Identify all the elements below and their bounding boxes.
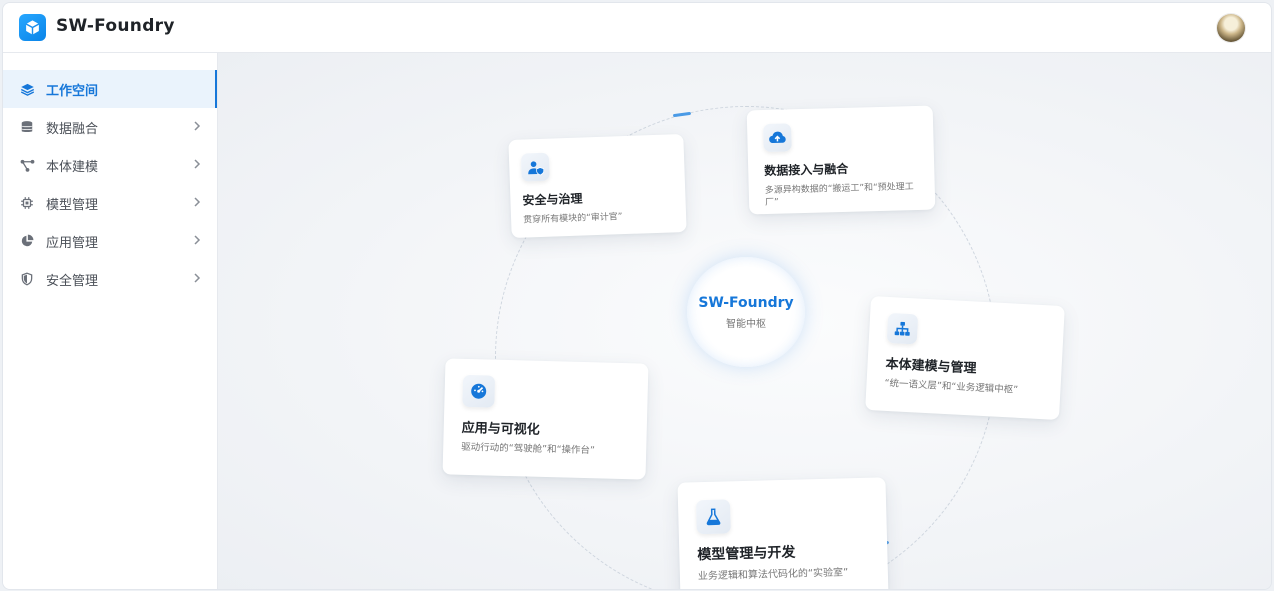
- card-data-ingestion[interactable]: 数据接入与融合 多源异构数据的“搬运工”和“预处理工厂”: [746, 105, 936, 215]
- sidebar-item-ontology[interactable]: 本体建模: [3, 146, 217, 184]
- card-title: 安全与治理: [522, 191, 583, 208]
- user-shield-icon: [520, 152, 550, 182]
- card-title: 本体建模与管理: [885, 356, 977, 377]
- sidebar-item-model-management[interactable]: 模型管理: [3, 184, 217, 222]
- card-model-development[interactable]: 模型管理与开发 业务逻辑和算法代码化的“实验室”: [677, 477, 889, 589]
- workspace-canvas: SW-Foundry 智能中枢 安全与治理 贯穿所有模块的“审计官” 数据接入与…: [218, 53, 1271, 589]
- sidebar-item-label: 数据融合: [46, 121, 99, 137]
- hub-title: SW-Foundry: [698, 294, 794, 311]
- app-title: SW-Foundry: [56, 16, 175, 36]
- card-title: 应用与可视化: [461, 420, 540, 438]
- top-header: SW-Foundry: [3, 3, 1271, 53]
- card-title: 数据接入与融合: [764, 161, 849, 179]
- card-description: “统一语义层”和“业务逻辑中枢”: [884, 377, 1019, 396]
- hierarchy-icon: [886, 312, 919, 345]
- chevron-right-icon: [194, 159, 201, 169]
- graph-icon: [19, 157, 35, 173]
- card-description: 贯穿所有模块的“审计官”: [522, 212, 623, 226]
- sidebar-item-data-fusion[interactable]: 数据融合: [3, 108, 217, 146]
- sidebar-item-security-management[interactable]: 安全管理: [3, 260, 217, 298]
- sidebar-item-label: 模型管理: [46, 197, 99, 213]
- card-description: 业务逻辑和算法代码化的“实验室”: [697, 567, 849, 583]
- database-icon: [19, 119, 35, 135]
- app-window: SW-Foundry 工作空间 数据融合 本体建模 模型管理 应用管理 安全管理…: [2, 2, 1272, 590]
- sidebar-item-workspace[interactable]: 工作空间: [3, 70, 217, 108]
- card-app-visualization[interactable]: 应用与可视化 驱动行动的“驾驶舱”和“操作台”: [442, 358, 649, 480]
- sidebar: 工作空间 数据融合 本体建模 模型管理 应用管理 安全管理: [3, 53, 218, 589]
- center-hub[interactable]: SW-Foundry 智能中枢: [687, 257, 805, 367]
- sidebar-item-label: 应用管理: [46, 235, 99, 251]
- card-security-governance[interactable]: 安全与治理 贯穿所有模块的“审计官”: [508, 133, 687, 239]
- cloud-upload-icon: [763, 123, 792, 153]
- chevron-right-icon: [194, 121, 201, 131]
- card-description: 驱动行动的“驾驶舱”和“操作台”: [461, 441, 596, 457]
- card-ontology-modeling[interactable]: 本体建模与管理 “统一语义层”和“业务逻辑中枢”: [865, 296, 1065, 420]
- chevron-right-icon: [194, 197, 201, 207]
- avatar[interactable]: [1217, 14, 1245, 42]
- card-title: 模型管理与开发: [697, 544, 796, 564]
- shield-icon: [19, 271, 35, 287]
- sidebar-item-app-management[interactable]: 应用管理: [3, 222, 217, 260]
- chip-icon: [19, 195, 35, 211]
- dashboard-icon: [462, 374, 496, 408]
- layers-icon: [19, 81, 35, 97]
- sidebar-item-label: 工作空间: [46, 83, 99, 99]
- sidebar-item-label: 安全管理: [46, 273, 99, 289]
- chevron-right-icon: [194, 273, 201, 283]
- pie-chart-icon: [19, 233, 35, 249]
- flask-icon: [695, 499, 731, 535]
- card-description: 多源异构数据的“搬运工”和“预处理工厂”: [764, 182, 914, 209]
- cube-logo-icon[interactable]: [19, 14, 46, 41]
- chevron-right-icon: [194, 235, 201, 245]
- sidebar-item-label: 本体建模: [46, 159, 99, 175]
- hub-subtitle: 智能中枢: [726, 318, 766, 330]
